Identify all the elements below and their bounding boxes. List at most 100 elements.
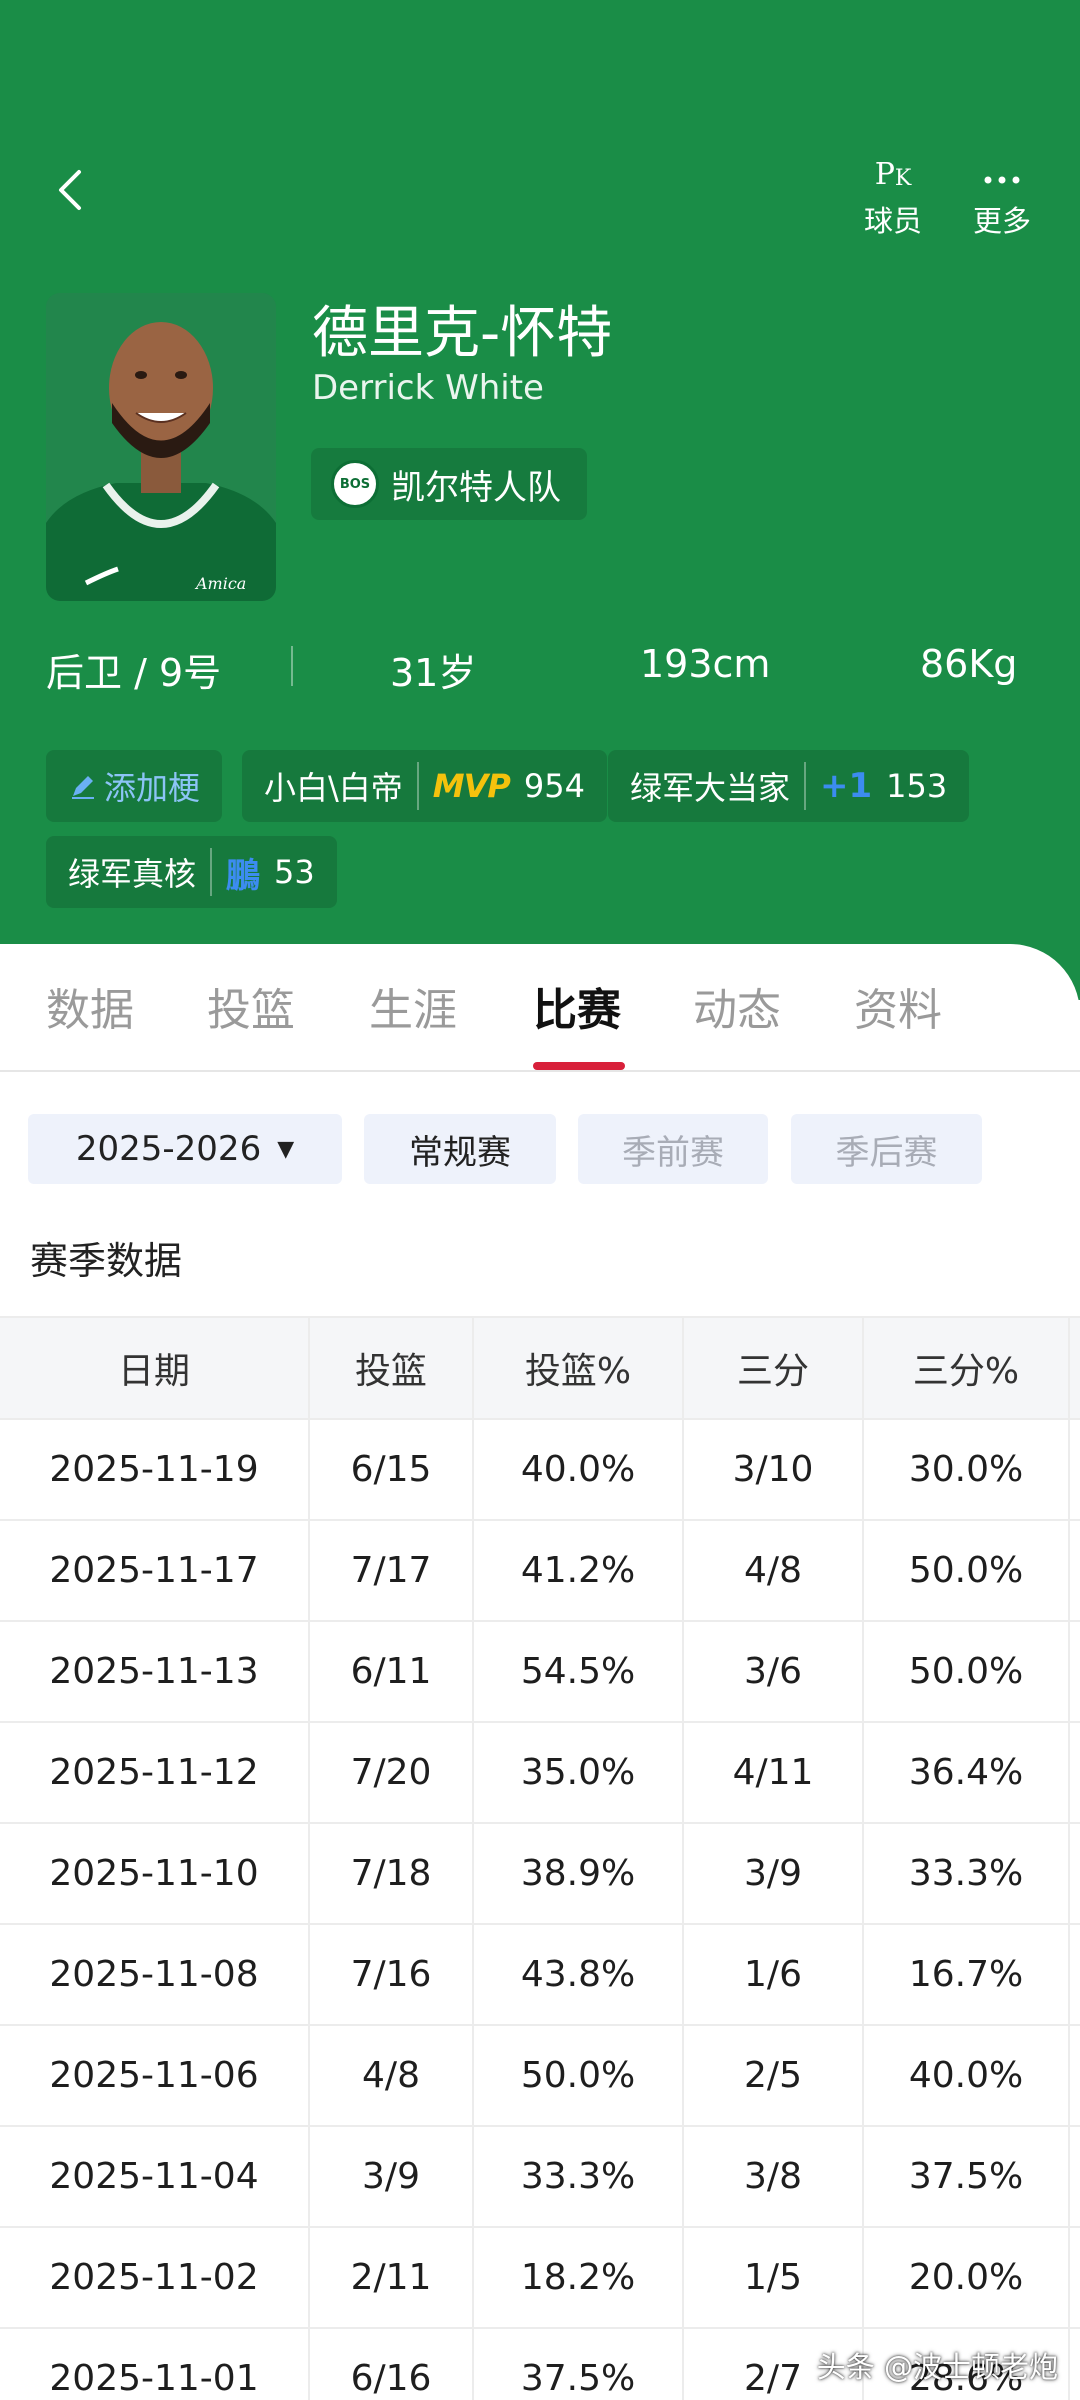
table-cell: 18.2% — [474, 2228, 684, 2327]
plus-one-badge-icon: +1 — [820, 766, 873, 806]
table-cell: 38.9% — [474, 1824, 684, 1923]
more-button[interactable]: 更多 — [947, 142, 1057, 242]
team-logo-text: BOS — [339, 476, 371, 492]
table-cell: 3/9 — [310, 2127, 474, 2226]
table-cell: 2025-11-06 — [0, 2026, 310, 2125]
tab-profile[interactable]: 资料 — [854, 974, 942, 1038]
tag-label: 绿军大当家 — [630, 769, 791, 807]
celtics-logo-icon: BOS — [331, 460, 379, 508]
table-cell: 4/8 — [310, 2026, 474, 2125]
column-header[interactable]: 投篮 — [310, 1318, 474, 1418]
pk-icon: PK — [874, 157, 912, 192]
table-row[interactable]: 2025-11-19 6/15 40.0% 3/10 30.0% — [0, 1420, 1080, 1521]
table-row[interactable]: 2025-11-12 7/20 35.0% 4/11 36.4% — [0, 1723, 1080, 1824]
tab-news[interactable]: 动态 — [693, 974, 781, 1038]
table-cell: 7/18 — [310, 1824, 474, 1923]
table-header-row: 日期 投篮 投篮% 三分 三分% — [0, 1316, 1080, 1420]
tab-bar: 数据 投篮 生涯 比赛 动态 资料 — [0, 944, 1080, 1072]
table-cell: 33.3% — [864, 1824, 1070, 1923]
table-cell: 50.0% — [864, 1622, 1070, 1721]
tag-item[interactable]: 绿军大当家 +1 153 — [608, 750, 970, 822]
season-value: 2025-2026 — [75, 1129, 262, 1169]
table-cell: 6/11 — [310, 1622, 474, 1721]
table-cell: 2025-11-17 — [0, 1521, 310, 1620]
pk-player-label: 球员 — [863, 204, 922, 238]
tag-item[interactable]: 绿军真核 鵬 53 — [46, 836, 337, 908]
table-row[interactable]: 2025-11-10 7/18 38.9% 3/9 33.3% — [0, 1824, 1080, 1925]
table-cell: 43.8% — [474, 1925, 684, 2024]
info-divider — [291, 646, 293, 686]
table-cell: 16.7% — [864, 1925, 1070, 2024]
tag-separator — [210, 848, 213, 896]
add-tag-label: 添加梗 — [104, 769, 201, 807]
tag-count: 153 — [886, 767, 948, 805]
table-cell: 3/9 — [684, 1824, 864, 1923]
table-cell: 2/11 — [310, 2228, 474, 2327]
tag-label: 绿军真核 — [68, 855, 197, 893]
table-cell: 54.5% — [474, 1622, 684, 1721]
pk-player-button[interactable]: PK 球员 — [838, 142, 948, 242]
table-cell: 4/11 — [684, 1723, 864, 1822]
table-row[interactable]: 2025-11-04 3/9 33.3% 3/8 37.5% — [0, 2127, 1080, 2228]
table-row[interactable]: 2025-11-02 2/11 18.2% 1/5 20.0% — [0, 2228, 1080, 2329]
filter-preseason[interactable]: 季前赛 — [578, 1114, 768, 1184]
filter-regular-season[interactable]: 常规赛 — [364, 1114, 556, 1184]
tag-separator — [416, 762, 419, 810]
column-header[interactable]: 三分 — [684, 1318, 864, 1418]
team-badge[interactable]: BOS 凯尔特人队 — [311, 448, 587, 520]
table-cell: 2/5 — [684, 2026, 864, 2125]
table-cell: 40.0% — [474, 1420, 684, 1519]
table-row[interactable]: 2025-11-17 7/17 41.2% 4/8 50.0% — [0, 1521, 1080, 1622]
table-cell: 1/6 — [684, 1925, 864, 2024]
more-label: 更多 — [972, 204, 1031, 238]
tab-shooting[interactable]: 投篮 — [207, 974, 295, 1038]
table-cell: 1/5 — [684, 2228, 864, 2327]
table-row[interactable]: 2025-11-08 7/16 43.8% 1/6 16.7% — [0, 1925, 1080, 2026]
table-cell: 37.5% — [864, 2127, 1070, 2226]
table-cell: 50.0% — [474, 2026, 684, 2125]
peng-badge-icon: 鵬 — [226, 855, 261, 896]
chevron-left-icon — [59, 170, 81, 210]
table-cell: 7/16 — [310, 1925, 474, 2024]
player-name-cn: 德里克-怀特 — [312, 301, 613, 366]
svg-text:Amica: Amica — [194, 574, 246, 593]
player-header: PK 球员 更多 Amica 德里克-怀特 Derrick White BOS … — [0, 0, 1080, 1000]
player-weight: 86Kg — [920, 642, 1018, 686]
table-row[interactable]: 2025-11-13 6/11 54.5% 3/6 50.0% — [0, 1622, 1080, 1723]
table-cell: 7/20 — [310, 1723, 474, 1822]
tab-games[interactable]: 比赛 — [533, 974, 621, 1038]
filter-playoffs[interactable]: 季后赛 — [791, 1114, 982, 1184]
tag-separator — [804, 762, 807, 810]
season-select[interactable]: 2025-2026 ▼ — [28, 1114, 342, 1184]
table-cell: 40.0% — [864, 2026, 1070, 2125]
back-button[interactable] — [40, 160, 100, 220]
table-cell: 2025-11-10 — [0, 1824, 310, 1923]
tab-career[interactable]: 生涯 — [369, 974, 457, 1038]
caret-down-icon: ▼ — [277, 1136, 295, 1162]
tab-stats[interactable]: 数据 — [46, 974, 134, 1038]
table-cell: 3/6 — [684, 1622, 864, 1721]
table-row[interactable]: 2025-11-06 4/8 50.0% 2/5 40.0% — [0, 2026, 1080, 2127]
tag-item[interactable]: 小白\白帝 MVP 954 — [242, 750, 607, 822]
team-name: 凯尔特人队 — [391, 467, 561, 508]
pencil-icon — [72, 776, 94, 799]
table-cell: 50.0% — [864, 1521, 1070, 1620]
table-cell: 2025-11-01 — [0, 2329, 310, 2400]
tag-count: 954 — [523, 767, 585, 805]
table-body: 2025-11-19 6/15 40.0% 3/10 30.0% 2025-11-17 7/… — [0, 1420, 1080, 2400]
table-cell: 6/16 — [310, 2329, 474, 2400]
table-cell: 3/10 — [684, 1420, 864, 1519]
add-tag-button[interactable]: 添加梗 — [46, 750, 223, 822]
table-cell: 33.3% — [474, 2127, 684, 2226]
player-age: 31岁 — [390, 651, 477, 695]
column-header[interactable]: 三分% — [864, 1318, 1070, 1418]
column-header[interactable]: 日期 — [0, 1318, 310, 1418]
table-cell: 6/15 — [310, 1420, 474, 1519]
table-cell: 36.4% — [864, 1723, 1070, 1822]
table-cell: 2025-11-12 — [0, 1723, 310, 1822]
more-dots-icon — [982, 142, 1022, 190]
table-cell: 41.2% — [474, 1521, 684, 1620]
table-cell: 7/17 — [310, 1521, 474, 1620]
column-header[interactable]: 投篮% — [474, 1318, 684, 1418]
table-cell: 2025-11-04 — [0, 2127, 310, 2226]
